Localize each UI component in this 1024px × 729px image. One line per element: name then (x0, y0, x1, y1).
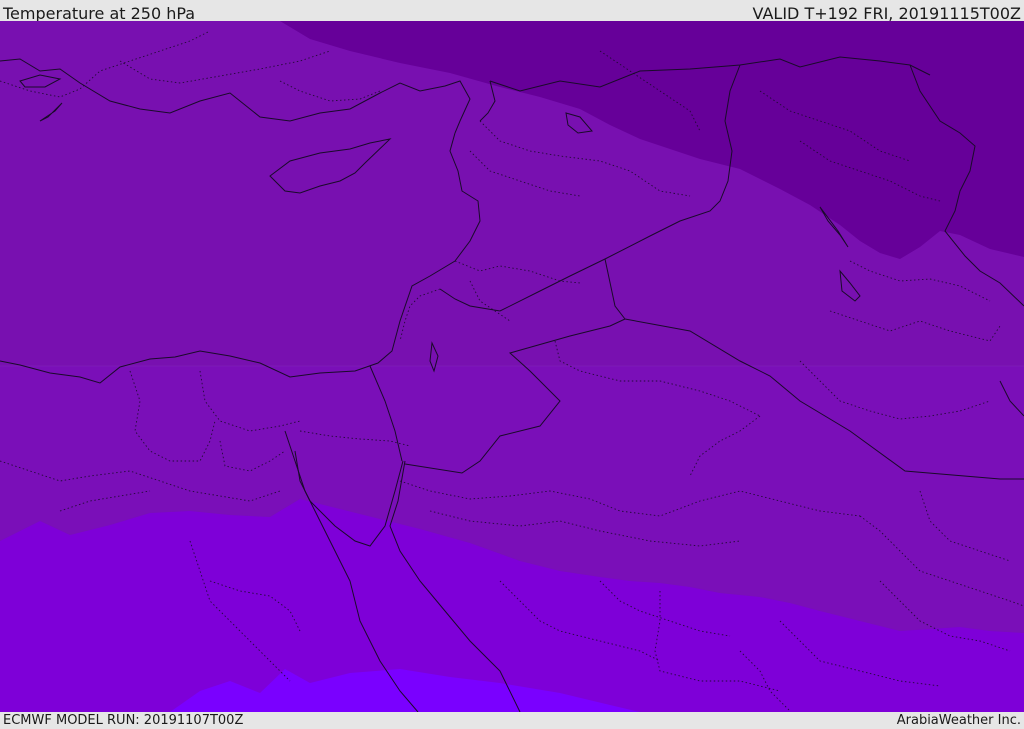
model-run-label: ECMWF MODEL RUN: 20191107T00Z (3, 713, 244, 728)
map-canvas[interactable] (0, 21, 1024, 712)
header-bar: Temperature at 250 hPa VALID T+192 FRI, … (0, 0, 1024, 23)
temperature-map (0, 21, 1024, 712)
footer-bar: ECMWF MODEL RUN: 20191107T00Z ArabiaWeat… (0, 712, 1024, 729)
credit-label: ArabiaWeather Inc. (896, 713, 1021, 728)
